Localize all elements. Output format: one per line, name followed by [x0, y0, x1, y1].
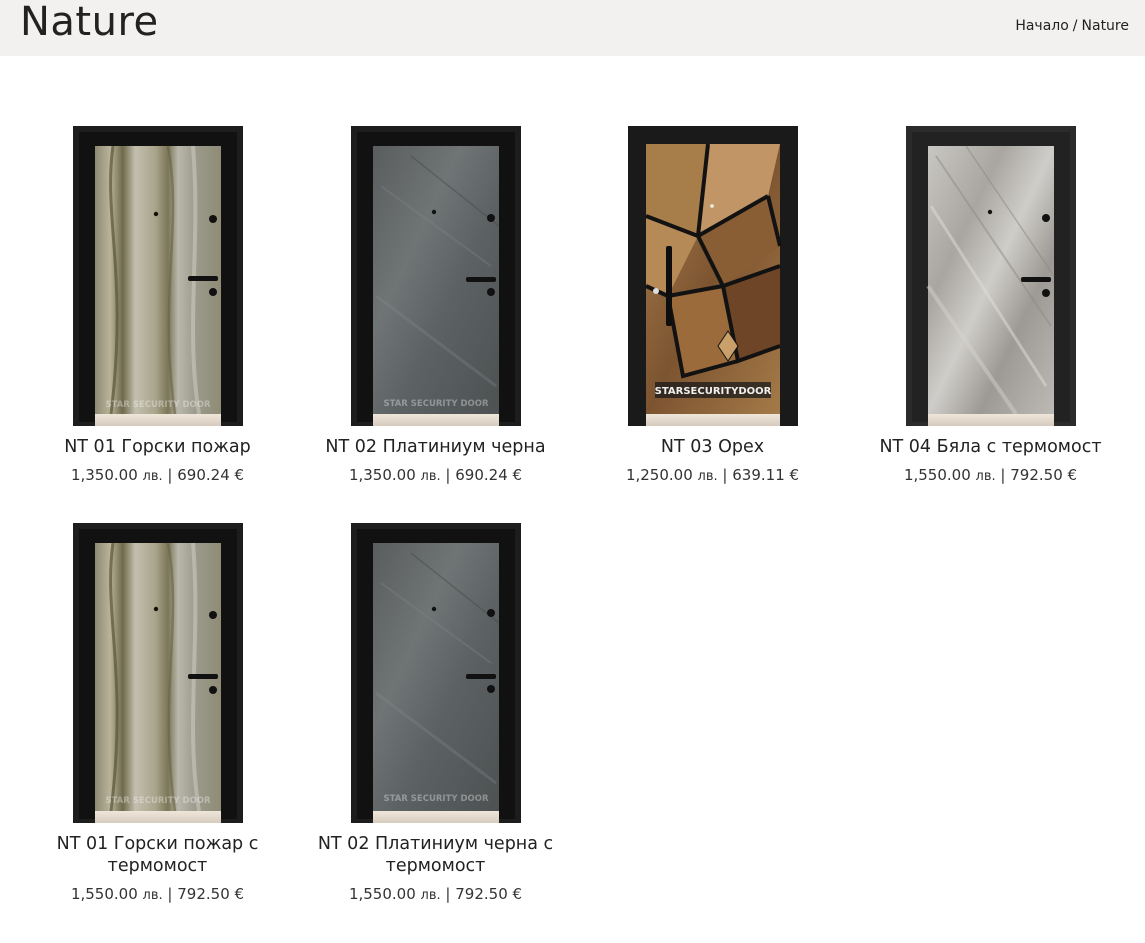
product-card: STARSECURITYDOOR NT 03 Орех 1,250.00 лв.…: [574, 126, 851, 484]
product-card: STAR SECURITY DOOR NT 02 Платиниум черна…: [297, 523, 574, 903]
product-card: STAR SECURITY DOOR NT 01 Горски пожар 1,…: [19, 126, 296, 484]
price-separator: |: [722, 466, 728, 484]
product-image-door[interactable]: STAR SECURITY DOOR: [72, 523, 243, 823]
price-separator: |: [167, 466, 173, 484]
product-image-door[interactable]: STAR SECURITY DOOR: [72, 126, 243, 426]
price-eur: 792.50 €: [177, 885, 245, 903]
product-name[interactable]: NT 01 Горски пожар: [19, 436, 296, 458]
price-separator: |: [167, 885, 173, 903]
product-name[interactable]: NT 04 Бяла с термомост: [852, 436, 1129, 458]
price-eur: 690.24 €: [455, 466, 523, 484]
product-name[interactable]: NT 03 Орех: [574, 436, 851, 458]
product-card: NT 04 Бяла с термомост 1,550.00 лв. | 79…: [852, 126, 1129, 484]
breadcrumb-current: Nature: [1081, 18, 1129, 34]
price-bgn: 1,550.00: [70, 885, 138, 903]
price-bgn: 1,350.00: [348, 466, 416, 484]
price-bgn: 1,350.00: [70, 466, 138, 484]
product-watermark: STAR SECURITY DOOR: [383, 399, 489, 409]
breadcrumb-separator: /: [1072, 18, 1078, 34]
price-separator: |: [445, 466, 451, 484]
price-bgn: 1,550.00: [348, 885, 416, 903]
product-image-door[interactable]: STAR SECURITY DOOR: [350, 126, 521, 426]
product-price: 1,550.00 лв. | 792.50 €: [19, 885, 296, 903]
breadcrumb: Начало / Nature: [1015, 18, 1129, 34]
product-image-door[interactable]: STAR SECURITY DOOR: [350, 523, 521, 823]
currency-bgn: лв.: [420, 469, 441, 484]
price-eur: 792.50 €: [455, 885, 523, 903]
currency-bgn: лв.: [697, 469, 718, 484]
currency-bgn: лв.: [975, 469, 996, 484]
product-card: STAR SECURITY DOOR NT 02 Платиниум черна…: [297, 126, 574, 484]
page-header: Nature Начало / Nature: [0, 0, 1145, 56]
product-price: 1,350.00 лв. | 690.24 €: [19, 466, 296, 484]
price-eur: 690.24 €: [177, 466, 245, 484]
product-watermark: STAR SECURITY DOOR: [105, 400, 211, 410]
price-bgn: 1,250.00: [625, 466, 693, 484]
price-eur: 639.11 €: [732, 466, 800, 484]
currency-bgn: лв.: [420, 888, 441, 903]
product-price: 1,250.00 лв. | 639.11 €: [574, 466, 851, 484]
product-price: 1,350.00 лв. | 690.24 €: [297, 466, 574, 484]
product-watermark: STAR SECURITY DOOR: [105, 796, 211, 806]
price-separator: |: [445, 885, 451, 903]
product-name[interactable]: NT 02 Платиниум черна: [297, 436, 574, 458]
price-separator: |: [1000, 466, 1006, 484]
product-name[interactable]: NT 01 Горски пожар с термомост: [19, 833, 296, 877]
product-price: 1,550.00 лв. | 792.50 €: [297, 885, 574, 903]
product-image-door[interactable]: STARSECURITYDOOR: [627, 126, 798, 426]
product-price: 1,550.00 лв. | 792.50 €: [852, 466, 1129, 484]
product-name[interactable]: NT 02 Платиниум черна с термомост: [297, 833, 574, 877]
price-eur: 792.50 €: [1010, 466, 1078, 484]
product-image-door[interactable]: [905, 126, 1076, 426]
currency-bgn: лв.: [142, 888, 163, 903]
price-bgn: 1,550.00: [903, 466, 971, 484]
product-watermark: STAR SECURITY DOOR: [383, 794, 489, 804]
breadcrumb-home-link[interactable]: Начало: [1015, 18, 1068, 34]
page-title: Nature: [20, 0, 159, 45]
currency-bgn: лв.: [142, 469, 163, 484]
product-card: STAR SECURITY DOOR NT 01 Горски пожар с …: [19, 523, 296, 903]
product-watermark: STARSECURITYDOOR: [654, 386, 771, 397]
